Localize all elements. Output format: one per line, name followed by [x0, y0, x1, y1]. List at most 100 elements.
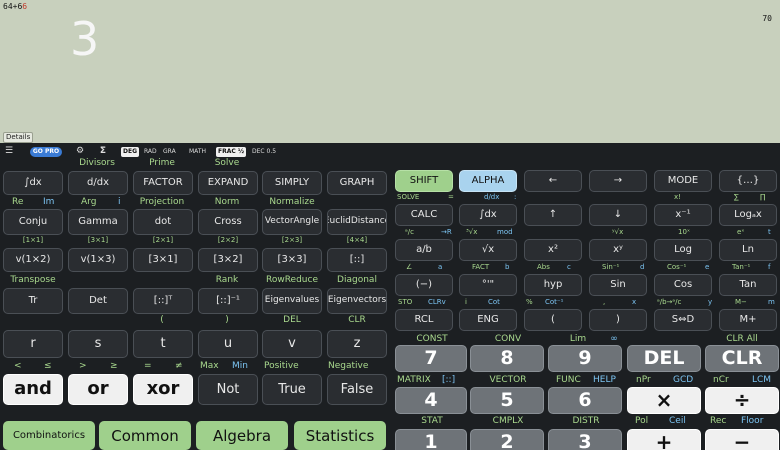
expand-key[interactable]: EXPAND [198, 171, 258, 195]
v-key[interactable]: v [262, 330, 322, 358]
factor-key[interactable]: FACTOR [133, 171, 193, 195]
digit-4-key[interactable]: 4 [395, 387, 467, 414]
mode-dec[interactable]: DEC 0.5 [250, 147, 278, 157]
digit-5-key[interactable]: 5 [470, 387, 544, 414]
u-key[interactable]: u [198, 330, 258, 358]
down-arrow-key[interactable]: ↓ [589, 204, 647, 226]
hyp-key[interactable]: hyp [524, 274, 582, 296]
right-arrow-key[interactable]: → [589, 170, 647, 192]
or-key[interactable]: or [68, 374, 128, 405]
true-key[interactable]: True [262, 374, 322, 405]
square-key[interactable]: x² [524, 239, 582, 261]
mode-key[interactable]: MODE [654, 170, 712, 192]
clr-key[interactable]: CLR [705, 345, 779, 372]
log-key[interactable]: Log [654, 239, 712, 261]
divide-key[interactable]: ÷ [705, 387, 779, 414]
inverse-key[interactable]: [::]⁻¹ [198, 288, 258, 314]
s-to-d-key[interactable]: S⇔D [654, 309, 712, 331]
t-key[interactable]: t [133, 330, 193, 358]
menu-icon[interactable]: ☰ [4, 146, 14, 156]
left-arrow-key[interactable]: ← [524, 170, 582, 192]
reciprocal-key[interactable]: x⁻¹ [654, 204, 712, 226]
integral-key[interactable]: ∫dx [3, 171, 63, 195]
details-button[interactable]: Details [3, 132, 34, 143]
cross-key[interactable]: Cross [198, 209, 258, 235]
minus-key[interactable]: − [705, 429, 779, 450]
graph-key[interactable]: GRAPH [327, 171, 387, 195]
display-panel[interactable]: 64+66 70 3 Details [0, 0, 780, 143]
open-paren-key[interactable]: ( [524, 309, 582, 331]
tab-common[interactable]: Common [99, 421, 191, 450]
digit-8-key[interactable]: 8 [470, 345, 544, 372]
plus-key[interactable]: + [627, 429, 701, 450]
integral-dx-key[interactable]: ∫dx [459, 204, 517, 226]
mode-deg[interactable]: DEG [121, 147, 140, 157]
digit-2-key[interactable]: 2 [470, 429, 544, 450]
z-key[interactable]: z [327, 330, 387, 358]
sin-key[interactable]: Sin [589, 274, 647, 296]
and-key[interactable]: and [3, 374, 63, 405]
matrix-custom-key[interactable]: [::] [327, 248, 387, 272]
conju-key[interactable]: Conju [3, 209, 63, 235]
r-key[interactable]: r [3, 330, 63, 358]
up-arrow-key[interactable]: ↑ [524, 204, 582, 226]
digit-7-key[interactable]: 7 [395, 345, 467, 372]
simply-key[interactable]: SIMPLY [262, 171, 322, 195]
label-prime: Prime [149, 158, 175, 168]
rcl-key[interactable]: RCL [395, 309, 453, 331]
digit-1-key[interactable]: 1 [395, 429, 467, 450]
shift-key[interactable]: SHIFT [395, 170, 453, 192]
det-key[interactable]: Det [68, 288, 128, 314]
v1x3-key[interactable]: v(1×3) [68, 248, 128, 272]
tan-key[interactable]: Tan [719, 274, 777, 296]
tab-combinatorics[interactable]: Combinatorics [3, 421, 95, 450]
tr-key[interactable]: Tr [3, 288, 63, 314]
negative-key[interactable]: (−) [395, 274, 453, 296]
mode-math[interactable]: MATH [187, 147, 208, 157]
digit-6-key[interactable]: 6 [548, 387, 622, 414]
calc-key[interactable]: CALC [395, 204, 453, 226]
eigenvalues-key[interactable]: Eigenvalues [262, 288, 322, 314]
braces-key[interactable]: {…} [719, 170, 777, 192]
digit-3-key[interactable]: 3 [548, 429, 622, 450]
euclid-distance-key[interactable]: EuclidDistance [327, 209, 387, 235]
matrix-3x3-key[interactable]: [3×3] [262, 248, 322, 272]
dot-key[interactable]: dot [133, 209, 193, 235]
xor-key[interactable]: xor [133, 374, 193, 405]
tab-statistics[interactable]: Statistics [294, 421, 386, 450]
mode-frac[interactable]: FRAC ½ [216, 147, 247, 157]
matrix-3x2-key[interactable]: [3×2] [198, 248, 258, 272]
power-key[interactable]: xʸ [589, 239, 647, 261]
eng-key[interactable]: ENG [459, 309, 517, 331]
mode-gra[interactable]: GRA [161, 147, 178, 157]
cos-key[interactable]: Cos [654, 274, 712, 296]
digit-9-key[interactable]: 9 [548, 345, 622, 372]
sqrt-key[interactable]: √x [459, 239, 517, 261]
log-base-key[interactable]: Logₐx [719, 204, 777, 226]
degrees-key[interactable]: °'" [459, 274, 517, 296]
eigenvectors-key[interactable]: Eigenvectors [327, 288, 387, 314]
v1x2-key[interactable]: v(1×2) [3, 248, 63, 272]
close-paren-key[interactable]: ) [589, 309, 647, 331]
ln-key[interactable]: Ln [719, 239, 777, 261]
go-pro-button[interactable]: GO PRO [30, 147, 62, 157]
m-plus-key[interactable]: M+ [719, 309, 777, 331]
not-key[interactable]: Not [198, 374, 258, 405]
vector-angle-key[interactable]: VectorAngle [262, 209, 322, 235]
gamma-key[interactable]: Gamma [68, 209, 128, 235]
derivative-key[interactable]: d/dx [68, 171, 128, 195]
s-key[interactable]: s [68, 330, 128, 358]
label-matrix-size-2: [2×1] [152, 236, 174, 244]
settings-gear-icon[interactable]: ⚙ [75, 146, 85, 156]
label-row6-5: ≠ [175, 361, 183, 371]
matrix-3x1-key[interactable]: [3×1] [133, 248, 193, 272]
multiply-key[interactable]: × [627, 387, 701, 414]
tab-algebra[interactable]: Algebra [196, 421, 288, 450]
false-key[interactable]: False [327, 374, 387, 405]
sigma-icon[interactable]: Σ [98, 146, 108, 156]
transpose-key[interactable]: [::]ᵀ [133, 288, 193, 314]
mode-rad[interactable]: RAD [142, 147, 159, 157]
del-key[interactable]: DEL [627, 345, 701, 372]
fraction-key[interactable]: a/b [395, 239, 453, 261]
alpha-key[interactable]: ALPHA [459, 170, 517, 192]
